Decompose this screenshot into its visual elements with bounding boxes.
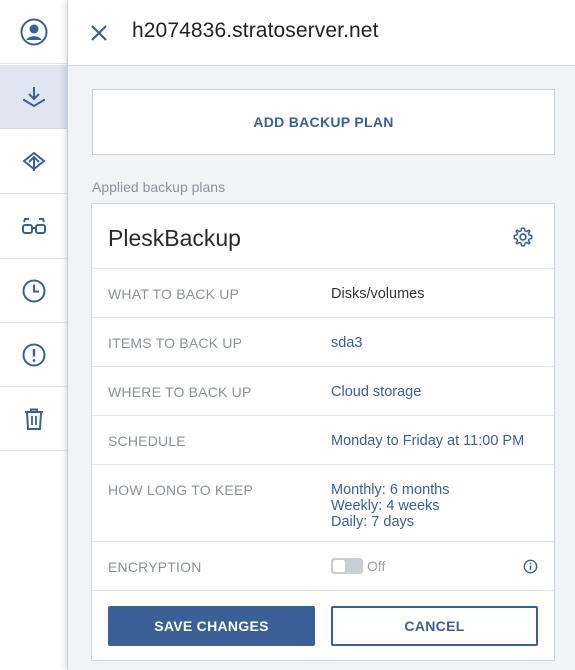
navigation-rail — [0, 0, 68, 670]
retention-daily: Daily: 7 days — [331, 514, 415, 530]
rail-item-account[interactable] — [0, 0, 67, 64]
close-button[interactable] — [88, 22, 110, 44]
plan-card: PleskBackup WHAT TO BACK UP Disks/volume… — [91, 203, 555, 661]
save-changes-button[interactable]: SAVE CHANGES — [108, 606, 315, 646]
retention-weekly: Weekly: 4 weeks — [331, 498, 440, 514]
info-icon[interactable] — [523, 559, 538, 574]
row-where-to-back-up[interactable]: WHERE TO BACK UP Cloud storage — [92, 366, 554, 415]
row-value: sda3 — [331, 335, 363, 351]
download-icon — [22, 86, 45, 107]
row-value: Disks/volumes — [331, 286, 425, 302]
row-label: SCHEDULE — [108, 433, 186, 449]
divider — [92, 590, 554, 591]
close-icon — [91, 25, 107, 41]
row-encryption: ENCRYPTION Off — [92, 541, 554, 590]
row-label: WHAT TO BACK UP — [108, 286, 240, 302]
page-title: h2074836.stratoserver.net — [132, 19, 379, 42]
row-label: ENCRYPTION — [108, 559, 202, 575]
row-items-to-back-up[interactable]: ITEMS TO BACK UP sda3 — [92, 317, 554, 366]
plan-name: PleskBackup — [108, 225, 241, 251]
applied-plans-label: Applied backup plans — [92, 179, 226, 195]
row-label: ITEMS TO BACK UP — [108, 335, 243, 351]
alert-icon — [22, 343, 45, 366]
row-what-to-back-up[interactable]: WHAT TO BACK UP Disks/volumes — [92, 268, 554, 317]
cancel-button[interactable]: CANCEL — [331, 606, 538, 646]
panel-header: h2074836.stratoserver.net — [68, 0, 575, 66]
glasses-icon — [21, 217, 46, 234]
row-value: Cloud storage — [331, 384, 422, 400]
rail-item-recovery[interactable] — [0, 130, 67, 194]
row-value: Monday to Friday at 11:00 PM — [331, 433, 525, 449]
encryption-state: Off — [367, 558, 386, 574]
row-schedule[interactable]: SCHEDULE Monday to Friday at 11:00 PM — [92, 415, 554, 464]
backup-plan-panel: h2074836.stratoserver.net ADD BACKUP PLA… — [68, 0, 575, 670]
rail-item-monitoring[interactable] — [0, 195, 67, 259]
row-how-long-to-keep[interactable]: HOW LONG TO KEEP Monthly: 6 months Weekl… — [92, 464, 554, 541]
rail-item-delete[interactable] — [0, 387, 67, 451]
rail-item-backup[interactable] — [0, 65, 67, 129]
row-label: WHERE TO BACK UP — [108, 384, 252, 400]
recovery-icon — [21, 151, 46, 171]
retention-monthly: Monthly: 6 months — [331, 482, 450, 498]
rail-item-alerts[interactable] — [0, 323, 67, 387]
trash-icon — [24, 408, 43, 430]
add-backup-plan-button[interactable]: ADD BACKUP PLAN — [92, 89, 555, 155]
rail-item-activities[interactable] — [0, 259, 67, 323]
gear-icon[interactable] — [512, 226, 534, 248]
encryption-toggle[interactable] — [331, 558, 363, 574]
user-icon — [20, 18, 47, 45]
clock-icon — [22, 279, 45, 302]
row-label: HOW LONG TO KEEP — [108, 482, 254, 498]
